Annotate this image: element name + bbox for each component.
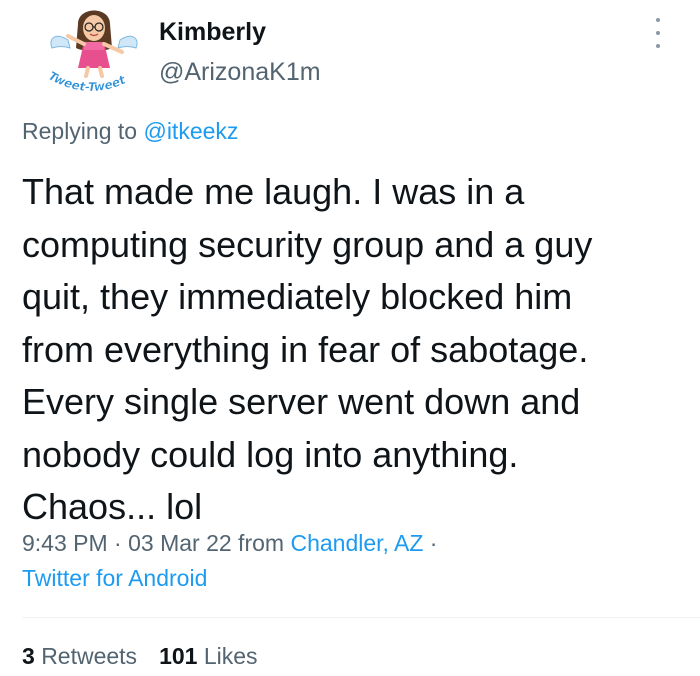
from-label: from [231,530,291,556]
location-link[interactable]: Chandler, AZ [290,530,423,556]
separator: · [107,530,129,556]
tweet-line: That made me laugh. I was in a [22,171,525,212]
separator: · [423,530,438,556]
tweet-header: Tweet-Tweet Kimberly @ArizonaK1m [22,0,678,110]
tweet-text: That made me laugh. I was in a computing… [22,166,682,534]
likes-label: Likes [203,643,258,669]
likes-stat[interactable]: 101 Likes [159,643,257,670]
retweets-stat[interactable]: 3 Retweets [22,643,137,670]
replying-to-label: Replying to [22,118,144,144]
more-vertical-icon[interactable] [650,18,666,48]
tweet-line: nobody could log into anything. [22,433,519,475]
dot [656,31,660,35]
tweet-line: computing security group and a guy [22,223,593,265]
user-handle[interactable]: @ArizonaK1m [159,58,321,87]
tweet-line: Every single server went down and [22,381,581,422]
likes-count: 101 [159,643,198,669]
retweets-count: 3 [22,643,35,669]
tweet-line: quit, they immediately blocked him [22,276,573,317]
dot [656,44,660,48]
replying-to: Replying to @itkeekz [22,118,238,145]
tweet-time[interactable]: 9:43 PM [22,530,108,556]
display-name[interactable]: Kimberly [159,18,266,47]
dot [656,18,660,22]
retweets-label: Retweets [41,643,138,669]
avatar[interactable]: Tweet-Tweet [38,2,150,104]
tweet-stats: 3 Retweets 101 Likes [22,643,258,670]
timestamp-row: 9:43 PM · 03 Mar 22 from Chandler, AZ · [22,526,437,561]
tweet-meta: 9:43 PM · 03 Mar 22 from Chandler, AZ · … [22,526,437,596]
divider [22,617,700,618]
source-link[interactable]: Twitter for Android [22,561,437,596]
tweet-card: Tweet-Tweet Kimberly @ArizonaK1m Replyin… [0,0,700,676]
tweet-line: from everything in fear of sabotage. [22,328,589,370]
reply-mention-link[interactable]: @itkeekz [143,118,238,144]
tweet-date[interactable]: 03 Mar 22 [128,530,232,556]
